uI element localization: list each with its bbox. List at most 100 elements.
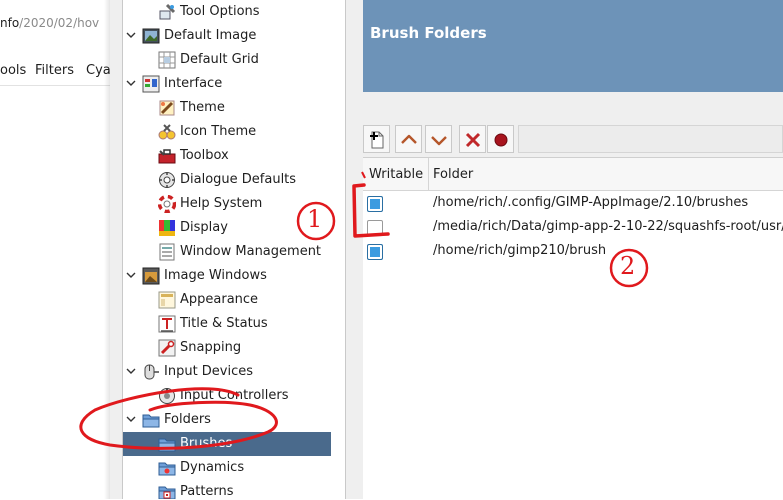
- move-down-button[interactable]: [425, 125, 452, 153]
- page-header: Brush Folders: [363, 0, 783, 92]
- tree-item-label: Patterns: [180, 484, 234, 499]
- chevron-down-icon: [431, 136, 447, 146]
- tree-item-input-devices[interactable]: Input Devices: [123, 360, 331, 384]
- add-folder-icon: [370, 131, 384, 149]
- title-status-icon: [158, 315, 176, 333]
- tree-item-display[interactable]: Display: [123, 216, 331, 240]
- toolbox-icon: [158, 147, 176, 165]
- tree-item-label: Folders: [164, 412, 211, 427]
- image-windows-icon: [142, 267, 160, 285]
- move-up-button[interactable]: [395, 125, 422, 153]
- background-window: nfo/2020/02/hov ools Filters Cya: [0, 0, 111, 499]
- toolbar-spacer: [518, 125, 783, 153]
- annotation-label-1: 1: [307, 205, 323, 233]
- writable-checkbox[interactable]: [367, 244, 383, 260]
- background-menubar: ools Filters Cya: [0, 57, 111, 86]
- expander-chevron-icon[interactable]: [126, 267, 138, 283]
- table-row[interactable]: /media/rich/Data/gimp-app-2-10-22/squash…: [363, 216, 783, 240]
- url-path-fragment: /2020/02/hov: [19, 16, 100, 30]
- tree-item-appearance[interactable]: Appearance: [123, 288, 331, 312]
- interface-icon: [142, 75, 160, 93]
- tree-item-window-management[interactable]: Window Management: [123, 240, 331, 264]
- icon-theme-icon: [158, 123, 176, 141]
- appearance-icon: [158, 291, 176, 309]
- preferences-tree: Tool Options Default Image Default Grid Int…: [122, 0, 346, 499]
- tree-item-help-system[interactable]: Help System: [123, 192, 331, 216]
- tree-item-label: Help System: [180, 196, 263, 211]
- tree-item-label: Interface: [164, 76, 223, 91]
- annotation-label-2: 2: [620, 252, 636, 280]
- column-separator[interactable]: [428, 158, 429, 190]
- url-host-fragment: nfo: [0, 16, 20, 30]
- tree-item-label: Appearance: [180, 292, 259, 307]
- preferences-dialog: Tool Options Default Image Default Grid Int…: [110, 0, 783, 500]
- tree-item-dynamics[interactable]: Dynamics: [123, 456, 331, 480]
- window-management-icon: [158, 243, 176, 261]
- chevron-up-icon: [401, 134, 417, 144]
- reset-button[interactable]: [487, 125, 514, 153]
- background-url-bar: nfo/2020/02/hov: [0, 16, 99, 30]
- expander-chevron-icon[interactable]: [126, 75, 138, 91]
- tree-item-brushes[interactable]: Brushes: [123, 432, 331, 456]
- display-icon: [158, 219, 176, 237]
- brushes-icon: [158, 435, 176, 453]
- writable-checkbox[interactable]: [367, 220, 383, 236]
- dynamics-icon: [158, 459, 176, 477]
- tree-item-label: Snapping: [180, 340, 242, 355]
- tree-item-interface[interactable]: Interface: [123, 72, 331, 96]
- column-folder[interactable]: Folder: [433, 167, 473, 182]
- table-row[interactable]: /home/rich/gimp210/brush: [363, 240, 783, 264]
- delete-folder-button[interactable]: [459, 125, 486, 153]
- add-folder-button[interactable]: [363, 125, 390, 153]
- tree-item-label: Input Controllers: [180, 388, 289, 403]
- tree-item-tool-options[interactable]: Tool Options: [123, 0, 331, 24]
- dialogue-defaults-icon: [158, 171, 176, 189]
- patterns-icon: [158, 483, 176, 499]
- snapping-icon: [158, 339, 176, 357]
- expander-chevron-icon[interactable]: [126, 27, 138, 43]
- menu-tools-fragment[interactable]: ools: [0, 63, 26, 78]
- tree-item-label: Dynamics: [180, 460, 245, 475]
- tree-item-label: Image Windows: [164, 268, 267, 283]
- tree-item-folders[interactable]: Folders: [123, 408, 331, 432]
- tree-item-input-controllers[interactable]: Input Controllers: [123, 384, 331, 408]
- writable-checkbox[interactable]: [367, 196, 383, 212]
- theme-icon: [158, 99, 176, 117]
- tree-item-label: Window Management: [180, 244, 322, 259]
- tree-item-default-grid[interactable]: Default Grid: [123, 48, 331, 72]
- tree-item-patterns[interactable]: Patterns: [123, 480, 331, 499]
- folder-table: Writable Folder /home/rich/.config/GIMP-…: [363, 157, 783, 500]
- expander-chevron-icon[interactable]: [126, 363, 138, 379]
- folder-path: /home/rich/.config/GIMP-AppImage/2.10/br…: [433, 195, 749, 210]
- column-writable[interactable]: Writable: [369, 167, 423, 182]
- tree-item-label: Title & Status: [180, 316, 268, 331]
- tree-item-label: Dialogue Defaults: [180, 172, 297, 187]
- tree-item-label: Theme: [180, 100, 225, 115]
- folders-icon: [142, 411, 160, 429]
- tree-item-dialogue-defaults[interactable]: Dialogue Defaults: [123, 168, 331, 192]
- tree-item-default-image[interactable]: Default Image: [123, 24, 331, 48]
- table-header: Writable Folder: [363, 158, 783, 191]
- tree-item-label: Input Devices: [164, 364, 254, 379]
- default-grid-icon: [158, 51, 176, 69]
- folder-path: /home/rich/gimp210/brush: [433, 243, 607, 258]
- tree-item-snapping[interactable]: Snapping: [123, 336, 331, 360]
- tree-item-toolbox[interactable]: Toolbox: [123, 144, 331, 168]
- folder-path: /media/rich/Data/gimp-app-2-10-22/squash…: [433, 219, 783, 234]
- tree-item-image-windows[interactable]: Image Windows: [123, 264, 331, 288]
- tree-item-label: Default Image: [164, 28, 257, 43]
- tree-item-icon-theme[interactable]: Icon Theme: [123, 120, 331, 144]
- default-image-icon: [142, 27, 160, 45]
- input-devices-icon: [142, 363, 160, 381]
- tree-item-label: Default Grid: [180, 52, 259, 67]
- tree-item-theme[interactable]: Theme: [123, 96, 331, 120]
- tree-item-title-status[interactable]: Title & Status: [123, 312, 331, 336]
- menu-filters[interactable]: Filters: [35, 63, 74, 78]
- tree-item-label: Display: [180, 220, 228, 235]
- input-controllers-icon: [158, 387, 176, 405]
- tree-item-label: Icon Theme: [180, 124, 257, 139]
- expander-chevron-icon[interactable]: [126, 411, 138, 427]
- table-row[interactable]: /home/rich/.config/GIMP-AppImage/2.10/br…: [363, 192, 783, 216]
- tree-item-label: Tool Options: [180, 4, 260, 19]
- tool-options-icon: [158, 3, 176, 21]
